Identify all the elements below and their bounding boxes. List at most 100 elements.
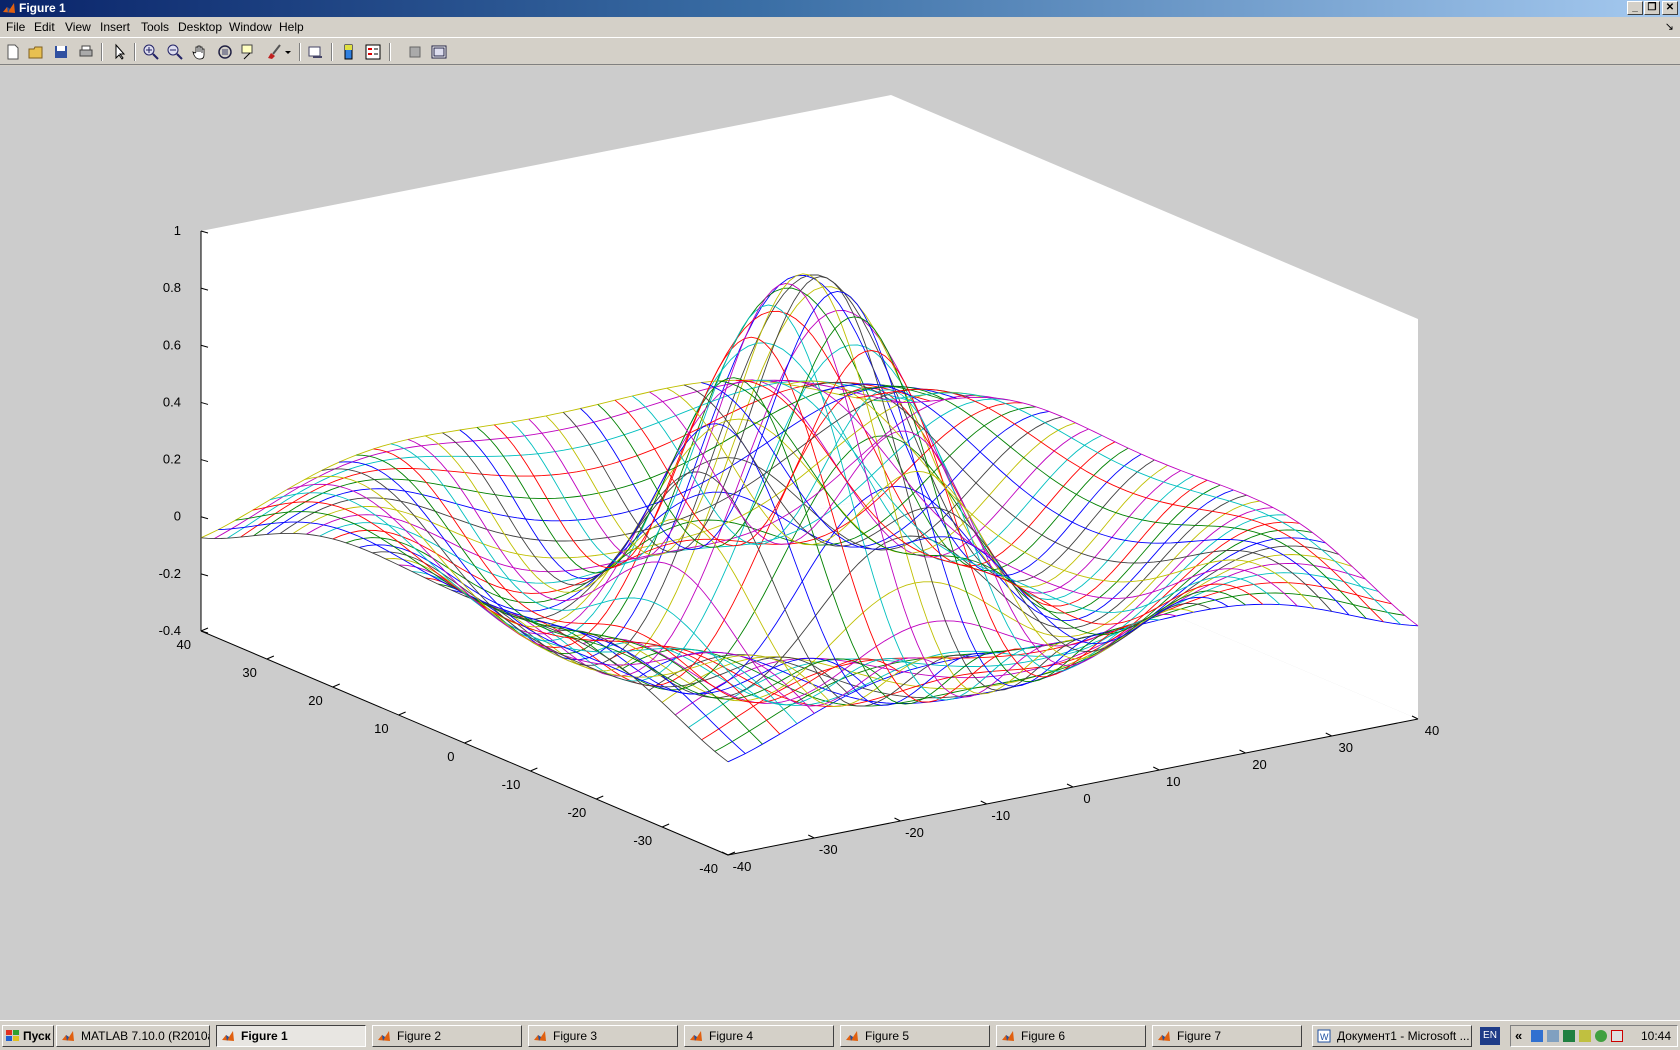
title-bar[interactable]: Figure 1 _ ❐ ✕ <box>0 0 1680 17</box>
menu-file[interactable]: File <box>6 20 25 34</box>
taskbar-button-label: Figure 1 <box>241 1029 288 1043</box>
z-tick-label: 0.2 <box>163 452 181 467</box>
toolbar-separator <box>101 43 103 61</box>
x-tick-label: 10 <box>1166 774 1180 789</box>
x-tick-label: 0 <box>1083 791 1090 806</box>
network-tray-icon[interactable] <box>1531 1030 1543 1042</box>
matlab-logo-icon <box>222 1031 234 1041</box>
toolbar-separator <box>389 43 391 61</box>
matlab-logo-icon <box>846 1031 858 1041</box>
taskbar-button-label: Документ1 - Microsoft ... <box>1337 1029 1470 1043</box>
y-tick-label: 0 <box>447 749 454 764</box>
taskbar-button[interactable]: Figure 2 <box>372 1025 522 1047</box>
z-tick-label: 0.4 <box>163 394 181 409</box>
minimize-icon: _ <box>1632 2 1638 13</box>
save-icon[interactable] <box>52 43 70 61</box>
menu-tools[interactable]: Tools <box>141 20 169 34</box>
toolbar-separator <box>134 43 136 61</box>
start-button[interactable]: Пуск <box>2 1025 54 1047</box>
print-icon[interactable] <box>77 43 95 61</box>
show-plot-tools-icon[interactable] <box>430 43 448 61</box>
menu-desktop[interactable]: Desktop <box>178 20 222 34</box>
language-indicator[interactable]: EN <box>1480 1027 1500 1045</box>
matlab-logo-icon <box>534 1031 546 1041</box>
insert-legend-icon[interactable] <box>364 43 382 61</box>
security-tray-icon[interactable] <box>1579 1030 1591 1042</box>
insert-colorbar-icon[interactable] <box>340 43 358 61</box>
windows-taskbar: Пуск MATLAB 7.10.0 (R2010a) Figure 1 Figur… <box>0 1020 1680 1050</box>
antivirus-tray-icon[interactable] <box>1563 1030 1575 1042</box>
close-icon: ✕ <box>1665 2 1675 13</box>
y-tick-label: -10 <box>502 777 521 792</box>
mesh-plot[interactable]: -40-30-20-10010203040-40-30-20-100102030… <box>0 66 1680 1020</box>
taskbar-button[interactable]: Figure 1 <box>216 1025 366 1047</box>
taskbar-button-label: Figure 2 <box>397 1029 442 1043</box>
toolbar-separator <box>299 43 301 61</box>
taskbar-button-label: Figure 7 <box>1177 1029 1222 1043</box>
figure-canvas[interactable]: -40 -30 -20 -10 0 10 20 30 40 -40 -30 -20 -10 0 10 20 30… <box>0 66 1680 1020</box>
taskbar-button[interactable]: Figure 7 <box>1152 1025 1302 1047</box>
clock[interactable]: 10:44 <box>1641 1029 1671 1043</box>
y-tick-label: 20 <box>308 693 322 708</box>
show-hidden-icons-icon[interactable]: « <box>1515 1028 1522 1043</box>
menu-insert[interactable]: Insert <box>100 20 130 34</box>
matlab-logo-icon <box>378 1031 390 1041</box>
z-tick-label: -0.4 <box>159 623 181 638</box>
restore-icon: ❐ <box>1647 2 1657 13</box>
restore-button[interactable]: ❐ <box>1644 1 1660 15</box>
pan-icon[interactable] <box>191 43 209 61</box>
y-tick-label: -20 <box>567 805 586 820</box>
rotate-3d-icon[interactable] <box>216 43 234 61</box>
taskbar-button[interactable]: W Документ1 - Microsoft ... <box>1312 1025 1472 1047</box>
close-button[interactable]: ✕ <box>1662 1 1678 15</box>
open-file-icon[interactable] <box>27 43 45 61</box>
menu-bar: File Edit View Insert Tools Desktop Wind… <box>0 17 1680 37</box>
minimize-button[interactable]: _ <box>1627 1 1643 15</box>
edit-plot-icon[interactable] <box>111 43 129 61</box>
monitor-tray-icon[interactable] <box>1547 1030 1559 1042</box>
taskbar-button[interactable]: Figure 3 <box>528 1025 678 1047</box>
x-tick-label: -40 <box>733 859 752 874</box>
x-tick-label: 40 <box>1425 723 1439 738</box>
taskbar-button[interactable]: Figure 6 <box>996 1025 1146 1047</box>
y-tick-label: -30 <box>633 833 652 848</box>
brush-icon[interactable] <box>265 43 283 61</box>
taskbar-button-label: Figure 6 <box>1021 1029 1066 1043</box>
svg-text:W: W <box>1320 1032 1329 1042</box>
taskbar-button-label: Figure 3 <box>553 1029 598 1043</box>
brush-dropdown-icon[interactable] <box>284 43 292 61</box>
windows-logo-icon <box>6 1030 19 1041</box>
z-tick-label: 1 <box>174 223 181 238</box>
matlab-logo-icon <box>690 1031 702 1041</box>
taskbar-button-label: Figure 5 <box>865 1029 910 1043</box>
y-tick-label: 40 <box>177 637 191 652</box>
x-tick-label: -20 <box>905 825 924 840</box>
taskbar-button[interactable]: Figure 4 <box>684 1025 834 1047</box>
word-document-icon: W <box>1317 1029 1331 1043</box>
start-label: Пуск <box>23 1029 51 1043</box>
z-tick-label: -0.2 <box>159 566 181 581</box>
taskbar-button[interactable]: MATLAB 7.10.0 (R2010a) <box>56 1025 210 1047</box>
x-tick-label: -10 <box>991 808 1010 823</box>
matlab-logo-icon <box>62 1031 74 1041</box>
zoom-out-icon[interactable] <box>166 43 184 61</box>
menu-view[interactable]: View <box>65 20 91 34</box>
taskbar-button-label: MATLAB 7.10.0 (R2010a) <box>81 1029 210 1043</box>
axes-box <box>200 95 1419 856</box>
undock-icon[interactable]: ↘ <box>1665 20 1674 33</box>
volume-muted-icon[interactable] <box>1611 1030 1623 1042</box>
new-figure-icon[interactable] <box>4 43 22 61</box>
menu-window[interactable]: Window <box>229 20 272 34</box>
menu-edit[interactable]: Edit <box>34 20 55 34</box>
update-tray-icon[interactable] <box>1595 1030 1607 1042</box>
data-cursor-icon[interactable] <box>240 43 258 61</box>
x-tick-label: 20 <box>1252 757 1266 772</box>
link-plot-icon[interactable] <box>307 43 325 61</box>
z-tick-label: 0.8 <box>163 280 181 295</box>
taskbar-button[interactable]: Figure 5 <box>840 1025 990 1047</box>
zoom-in-icon[interactable] <box>142 43 160 61</box>
x-tick-label: -30 <box>819 842 838 857</box>
matlab-logo-icon <box>1158 1031 1170 1041</box>
menu-help[interactable]: Help <box>279 20 304 34</box>
hide-plot-tools-icon[interactable] <box>406 43 424 61</box>
